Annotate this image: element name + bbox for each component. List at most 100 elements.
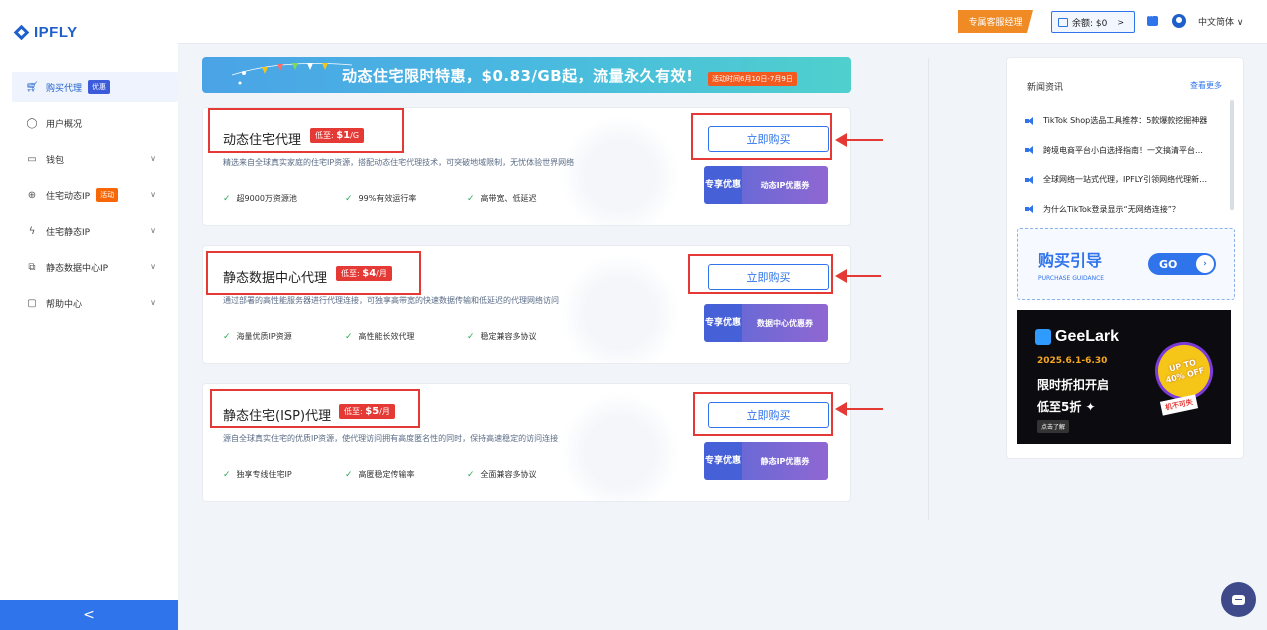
globe-decoration <box>560 254 680 363</box>
chevron-down-icon: ∨ <box>150 190 156 199</box>
geelark-ad[interactable]: GeeLark 2025.6.1-6.30 限时折扣开启 低至5折 ✦ 点击了解… <box>1017 310 1231 444</box>
go-button[interactable]: GO › <box>1148 253 1216 275</box>
discount-badge: 优惠 <box>88 80 111 94</box>
globe-decoration <box>560 116 680 225</box>
logo-diamond-icon <box>14 25 30 41</box>
check-icon: ✓ <box>223 193 231 204</box>
news-item-text: TikTok Shop选品工具推荐：5款爆款挖掘神器 <box>1043 116 1208 126</box>
coupon-tag: 专享优惠 <box>704 166 742 204</box>
bunting-decoration <box>231 62 352 85</box>
feature-label: 全面兼容多协议 <box>480 470 537 479</box>
feature-item: ✓ 海量优质IP资源 <box>223 331 345 342</box>
chevron-left-icon: < <box>83 607 95 623</box>
sidebar-item-dynamic-residential[interactable]: ⊕ 住宅动态IP 活动 ∨ <box>12 180 178 210</box>
feature-label: 99%有效运行率 <box>358 194 417 203</box>
feature-list: ✓ 海量优质IP资源 ✓ 高性能长效代理 ✓ 稳定兼容多协议 <box>223 331 589 342</box>
feature-label: 高带宽、低延迟 <box>480 194 537 203</box>
coupon-button[interactable]: 专享优惠 动态IP优惠券 <box>704 166 828 204</box>
ad-line2: 低至5折 ✦ <box>1037 400 1096 414</box>
guide-title: 购买引导 <box>1038 251 1103 270</box>
sidebar-item-static-residential[interactable]: ϟ 住宅静态IP ∨ <box>12 216 178 246</box>
news-item[interactable]: TikTok Shop选品工具推荐：5款爆款挖掘神器 <box>1025 106 1221 136</box>
news-title: 新闻资讯 <box>1027 83 1064 93</box>
sidebar-item-buy-proxy[interactable]: 🛒︎ 购买代理 优惠 <box>12 72 178 102</box>
feature-item: ✓ 独享专线住宅IP <box>223 469 345 480</box>
ad-tag: 机不可失 <box>1159 394 1199 416</box>
news-item[interactable]: 全球网络一站式代理，IPFLY引领网络代理新… <box>1025 165 1221 195</box>
purchase-guide-card[interactable]: 购买引导 PURCHASE GUIDANCE GO › <box>1017 228 1235 300</box>
chat-bubble-icon <box>1232 594 1245 605</box>
feature-item: ✓ 全面兼容多协议 <box>467 469 589 480</box>
message-icon[interactable] <box>1147 12 1158 26</box>
news-more-link[interactable]: 查看更多 <box>1190 80 1222 91</box>
coupon-button[interactable]: 专享优惠 数据中心优惠券 <box>704 304 828 342</box>
annotation-box <box>208 108 404 153</box>
annotation-arrow-icon <box>835 269 881 283</box>
coupon-tag: 专享优惠 <box>704 304 742 342</box>
feature-item: ✓ 高性能长效代理 <box>345 331 467 342</box>
annotation-box <box>206 251 421 295</box>
news-item[interactable]: 为什么TikTok登录显示“无网络连接”？ <box>1025 195 1221 225</box>
check-icon: ✓ <box>345 193 353 204</box>
coupon-label: 数据中心优惠券 <box>742 304 828 342</box>
sidebar: IPFLY 🛒︎ 购买代理 优惠 ◯ 用户概况 ▭ 钱包 ∨ ⊕ 住宅动态IP … <box>0 0 178 630</box>
top-header: 专属客服经理 余额: $0 > 中文简体 ∨ <box>178 0 1267 44</box>
check-icon: ✓ <box>467 331 475 342</box>
divider <box>928 58 929 520</box>
sidebar-item-user-overview[interactable]: ◯ 用户概况 <box>12 108 178 138</box>
annotation-arrow-icon <box>835 402 883 416</box>
guide-subtitle: PURCHASE GUIDANCE <box>1038 275 1105 282</box>
sidebar-collapse-button[interactable]: < <box>0 600 178 630</box>
coupon-tag: 专享优惠 <box>704 442 742 480</box>
news-item-text: 全球网络一站式代理，IPFLY引领网络代理新… <box>1043 175 1208 185</box>
feature-item: ✓ 高匿稳定传输率 <box>345 469 467 480</box>
speaker-icon <box>1025 175 1035 184</box>
sidebar-item-wallet[interactable]: ▭ 钱包 ∨ <box>12 144 178 174</box>
sidebar-item-label: 购买代理 <box>46 83 83 94</box>
logo-text: IPFLY <box>34 24 78 41</box>
feature-label: 独享专线住宅IP <box>236 470 292 479</box>
chevron-down-icon: ∨ <box>150 262 156 271</box>
news-item[interactable]: 跨境电商平台小白选择指南！一文搞清平台… <box>1025 136 1221 166</box>
news-list: TikTok Shop选品工具推荐：5款爆款挖掘神器 跨境电商平台小白选择指南！… <box>1025 106 1221 224</box>
news-scrollbar[interactable] <box>1230 100 1234 210</box>
check-icon: ✓ <box>223 331 231 342</box>
speaker-icon <box>1025 146 1035 155</box>
feature-label: 超9000万资源池 <box>236 194 297 203</box>
feature-label: 海量优质IP资源 <box>236 332 292 341</box>
sidebar-item-static-datacenter[interactable]: ⧉ 静态数据中心IP ∨ <box>12 252 178 282</box>
ipfly-logo[interactable]: IPFLY <box>14 24 78 41</box>
ad-brand: GeeLark <box>1055 328 1120 345</box>
check-icon: ✓ <box>467 469 475 480</box>
feature-item: ✓ 高带宽、低延迟 <box>467 193 589 204</box>
language-selector[interactable]: 中文简体 ∨ <box>1198 15 1243 28</box>
avatar[interactable] <box>1172 14 1186 28</box>
sidebar-item-label: 帮助中心 <box>46 299 83 310</box>
feature-label: 稳定兼容多协议 <box>480 332 537 341</box>
sidebar-item-label: 用户概况 <box>46 119 83 130</box>
right-panel: 新闻资讯 查看更多 TikTok Shop选品工具推荐：5款爆款挖掘神器 跨境电… <box>1006 57 1244 459</box>
chevron-right-icon: > <box>1117 17 1125 27</box>
wallet-icon <box>1058 17 1068 27</box>
cart-icon: 🛒︎ <box>25 81 39 93</box>
chevron-down-icon: ∨ <box>150 154 156 163</box>
go-label: GO <box>1159 257 1178 271</box>
sidebar-nav: 🛒︎ 购买代理 优惠 ◯ 用户概况 ▭ 钱包 ∨ ⊕ 住宅动态IP 活动 ∨ ϟ… <box>12 72 178 324</box>
annotation-box <box>691 113 832 160</box>
speaker-icon <box>1025 205 1035 214</box>
feature-list: ✓ 超9000万资源池 ✓ 99%有效运行率 ✓ 高带宽、低延迟 <box>223 193 589 204</box>
coupon-button[interactable]: 专享优惠 静态IP优惠券 <box>704 442 828 480</box>
promo-banner[interactable]: 动态住宅限时特惠，$0.83/GB起，流量永久有效! 活动时间6月10日-7月9… <box>202 57 851 93</box>
chat-support-button[interactable] <box>1221 582 1256 617</box>
product-description: 通过部署的高性能服务器进行代理连接，可独享高带宽的快速数据传输和低延迟的代理网络… <box>223 296 559 305</box>
banner-date-badge: 活动时间6月10日-7月9日 <box>708 72 797 86</box>
service-manager-button[interactable]: 专属客服经理 <box>958 10 1033 33</box>
globe-icon: ⊕ <box>27 189 37 201</box>
coupon-label: 动态IP优惠券 <box>742 166 828 204</box>
sidebar-item-label: 住宅动态IP <box>46 191 91 202</box>
feature-label: 高性能长效代理 <box>358 332 415 341</box>
balance-button[interactable]: 余额: $0 > <box>1051 11 1135 33</box>
annotation-box <box>688 254 833 294</box>
news-item-text: 为什么TikTok登录显示“无网络连接”？ <box>1043 204 1180 214</box>
sidebar-item-help-center[interactable]: ▢ 帮助中心 ∨ <box>12 288 178 318</box>
